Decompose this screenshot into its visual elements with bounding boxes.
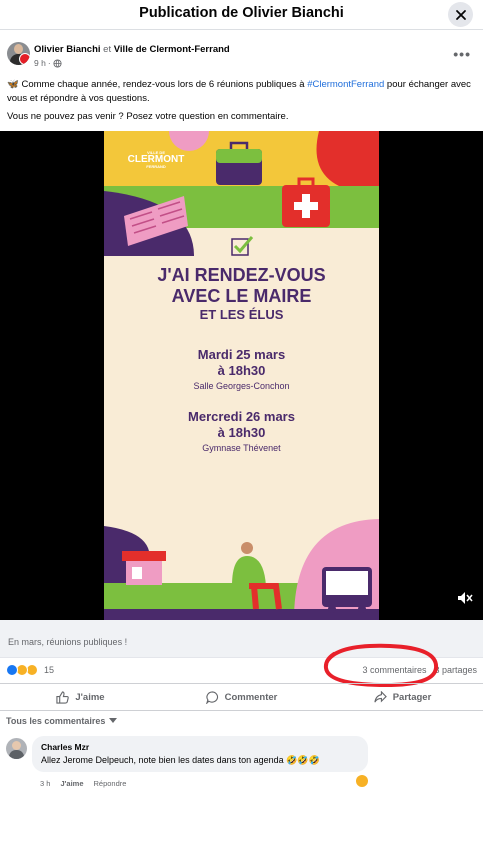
comment-bubble: Charles Mzr Allez Jerome Delpeuch, note … bbox=[32, 736, 368, 772]
commenter-avatar[interactable] bbox=[6, 738, 27, 759]
author-avatar[interactable] bbox=[7, 42, 30, 65]
like-button[interactable]: J'aime bbox=[0, 684, 161, 710]
post-meta: 9 h · bbox=[34, 58, 62, 68]
author-name[interactable]: Olivier Bianchi bbox=[34, 44, 101, 55]
comment-button[interactable]: Commenter bbox=[161, 684, 322, 710]
comment-reaction-icon[interactable] bbox=[356, 775, 368, 787]
caret-down-icon bbox=[109, 718, 118, 723]
close-button[interactable] bbox=[448, 2, 473, 27]
post-paragraph-2: Vous ne pouvez pas venir ? Posez votre q… bbox=[7, 111, 289, 122]
comment-icon bbox=[205, 690, 218, 704]
comments-filter[interactable]: Tous les commentaires bbox=[6, 716, 118, 726]
globe-icon bbox=[53, 58, 62, 68]
comment-text: Allez Jerome Delpeuch, note bien les dat… bbox=[41, 755, 320, 765]
dialog-title: Publication de Olivier Bianchi bbox=[139, 5, 344, 21]
thumbs-up-icon bbox=[56, 690, 70, 704]
poster-image: VILLE DE CLERMONT FERRAND J'AI RENDEZ-VO… bbox=[104, 131, 379, 620]
dialog-header: Publication de Olivier Bianchi bbox=[0, 0, 483, 30]
poster-headline: J'AI RENDEZ-VOUS AVEC LE MAIRE ET LES ÉL… bbox=[157, 265, 326, 322]
hashtag-link[interactable]: #ClermontFerrand bbox=[307, 79, 384, 90]
authors-and: et bbox=[103, 44, 112, 55]
share-icon bbox=[374, 690, 387, 703]
comment-reply-button[interactable]: Répondre bbox=[94, 779, 127, 788]
poster-event-2: Mercredi 26 mars à 18h30 Gymnase Thévene… bbox=[188, 409, 295, 453]
post-authors: Olivier Bianchi et Ville de Clermont-Fer… bbox=[34, 44, 230, 55]
shares-count-link[interactable]: 3 partages bbox=[434, 665, 477, 675]
reactions-summary[interactable]: 15 bbox=[6, 664, 54, 676]
post-time[interactable]: 9 h bbox=[34, 58, 46, 68]
post-paragraph-1: 🦋 Comme chaque année, rendez-vous lors d… bbox=[7, 79, 471, 104]
post-video[interactable]: VILLE DE CLERMONT FERRAND J'AI RENDEZ-VO… bbox=[0, 131, 483, 620]
like-reaction-icon bbox=[6, 664, 18, 676]
comment-like-button[interactable]: J'aime bbox=[60, 779, 83, 788]
comment-actions: 3 h J'aime Répondre bbox=[40, 779, 126, 788]
post-actions: J'aime Commenter Partager bbox=[0, 683, 483, 711]
share-button[interactable]: Partager bbox=[322, 684, 483, 710]
red-circle-annotation bbox=[323, 643, 439, 688]
post-body: 🦋 Comme chaque année, rendez-vous lors d… bbox=[7, 78, 477, 129]
more-icon: ••• bbox=[453, 46, 471, 62]
comment-time[interactable]: 3 h bbox=[40, 779, 50, 788]
mute-button[interactable] bbox=[457, 591, 473, 610]
poster-event-1: Mardi 25 mars à 18h30 Salle Georges-Conc… bbox=[193, 347, 290, 391]
coauthor-name[interactable]: Ville de Clermont-Ferrand bbox=[114, 44, 230, 55]
commenter-name[interactable]: Charles Mzr bbox=[41, 742, 359, 752]
post-options-button[interactable]: ••• bbox=[453, 46, 471, 62]
speaker-muted-icon bbox=[458, 592, 473, 604]
poster-logo: VILLE DE CLERMONT FERRAND bbox=[127, 150, 185, 169]
close-icon bbox=[455, 9, 466, 20]
reaction-count: 15 bbox=[44, 665, 55, 675]
